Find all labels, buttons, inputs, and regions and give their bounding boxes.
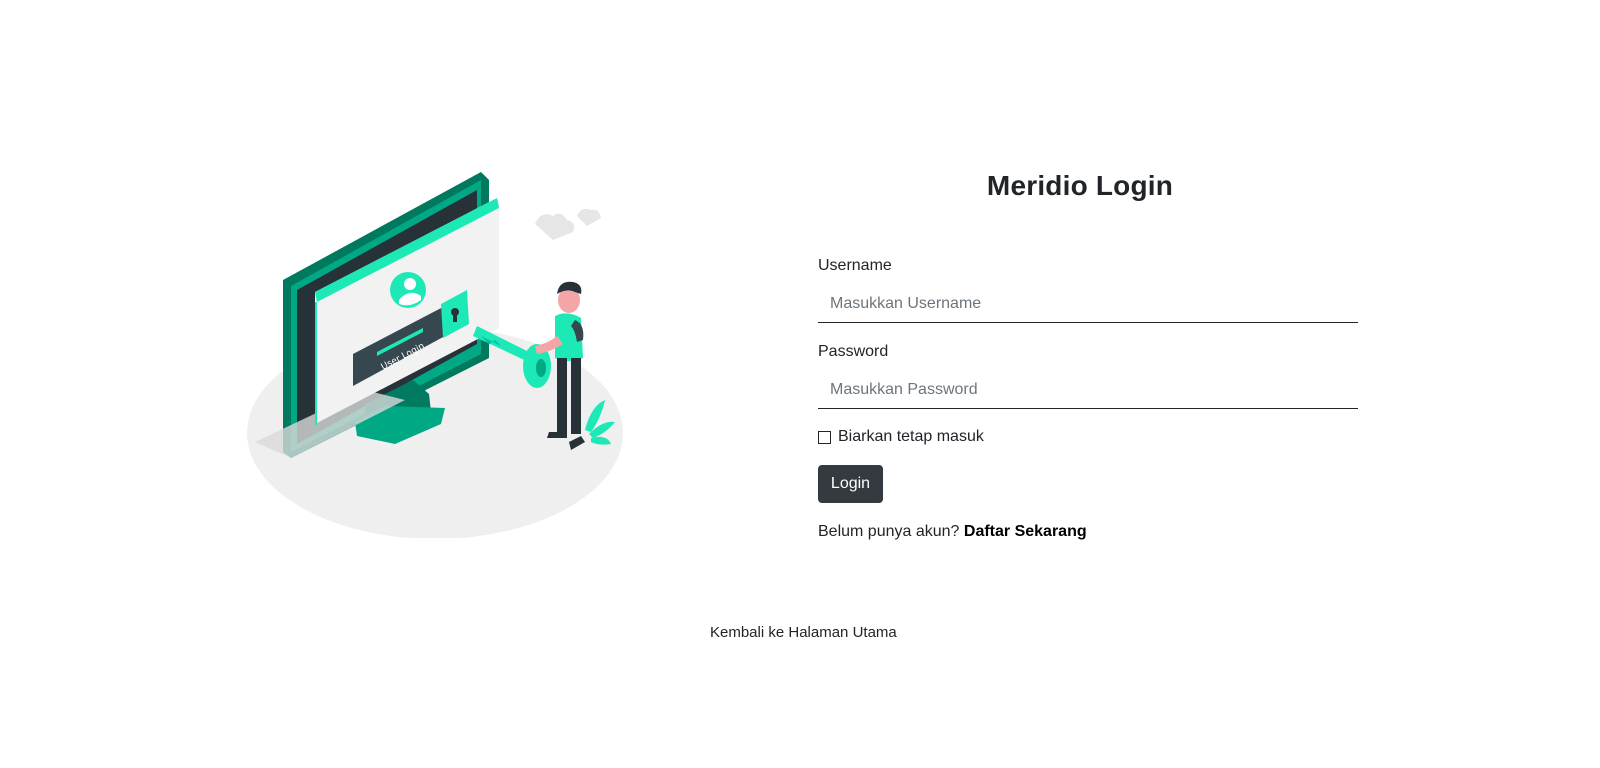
username-label: Username (818, 257, 892, 274)
password-label: Password (818, 343, 889, 360)
password-input[interactable] (818, 371, 1358, 409)
user-icon (390, 272, 426, 308)
cloud-icon (535, 208, 601, 240)
signup-prompt-text: Belum punya akun? (818, 523, 960, 540)
login-illustration: User Login (245, 168, 635, 538)
remember-me[interactable]: Biarkan tetap masuk (818, 428, 984, 446)
signup-prompt: Belum punya akun? Daftar Sekarang (818, 523, 1087, 541)
remember-label: Biarkan tetap masuk (838, 428, 984, 445)
signup-link[interactable]: Daftar Sekarang (964, 523, 1087, 540)
login-button[interactable]: Login (818, 465, 883, 503)
username-input[interactable] (818, 285, 1358, 323)
remember-checkbox[interactable] (818, 430, 831, 444)
back-to-home-link[interactable]: Kembali ke Halaman Utama (710, 624, 897, 641)
page-title: Meridio Login (986, 170, 1174, 201)
